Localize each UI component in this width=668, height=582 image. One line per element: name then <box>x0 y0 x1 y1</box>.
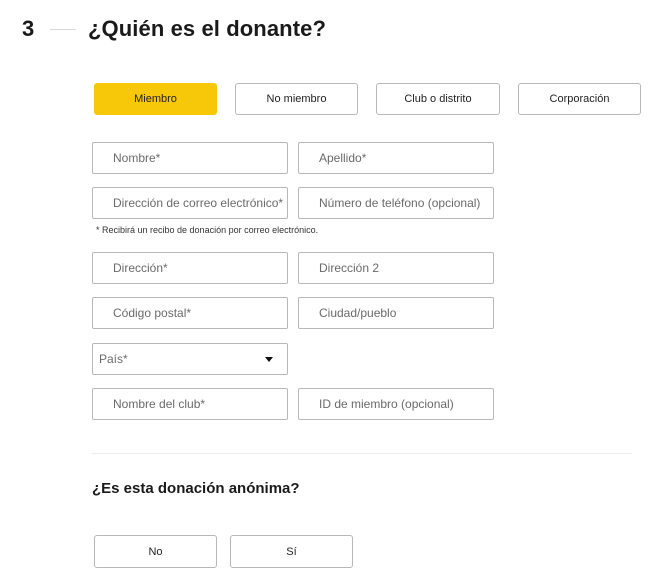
country-select[interactable]: País* <box>92 343 288 375</box>
chevron-down-icon <box>265 356 273 362</box>
last-name-field[interactable]: Apellido* <box>298 142 494 174</box>
phone-field[interactable]: Número de teléfono (opcional) <box>298 187 494 219</box>
donor-type-non-member-button[interactable]: No miembro <box>235 83 358 115</box>
anonymous-question: ¿Es esta donación anónima? <box>92 480 300 497</box>
page-title: ¿Quién es el donante? <box>88 16 327 41</box>
email-field[interactable]: Dirección de correo electrónico* <box>92 187 288 219</box>
anonymous-no-button[interactable]: No <box>94 535 217 568</box>
step-divider-line <box>50 28 76 30</box>
donor-type-club-button[interactable]: Club o distrito <box>376 83 500 115</box>
address-field[interactable]: Dirección* <box>92 252 288 284</box>
email-receipt-note: * Recibirá un recibo de donación por cor… <box>96 225 319 235</box>
address2-field[interactable]: Dirección 2 <box>298 252 494 284</box>
section-divider <box>92 453 632 454</box>
country-select-label: País* <box>99 352 128 366</box>
club-name-field[interactable]: Nombre del club* <box>92 388 288 420</box>
donor-type-member-button[interactable]: Miembro <box>94 83 217 115</box>
step-header: 3 ¿Quién es el donante? <box>22 14 326 44</box>
member-id-field[interactable]: ID de miembro (opcional) <box>298 388 494 420</box>
postal-code-field[interactable]: Código postal* <box>92 297 288 329</box>
anonymous-yes-button[interactable]: Sí <box>230 535 353 568</box>
city-field[interactable]: Ciudad/pueblo <box>298 297 494 329</box>
donor-type-corporation-button[interactable]: Corporación <box>518 83 641 115</box>
first-name-field[interactable]: Nombre* <box>92 142 288 174</box>
step-number: 3 <box>22 16 35 41</box>
